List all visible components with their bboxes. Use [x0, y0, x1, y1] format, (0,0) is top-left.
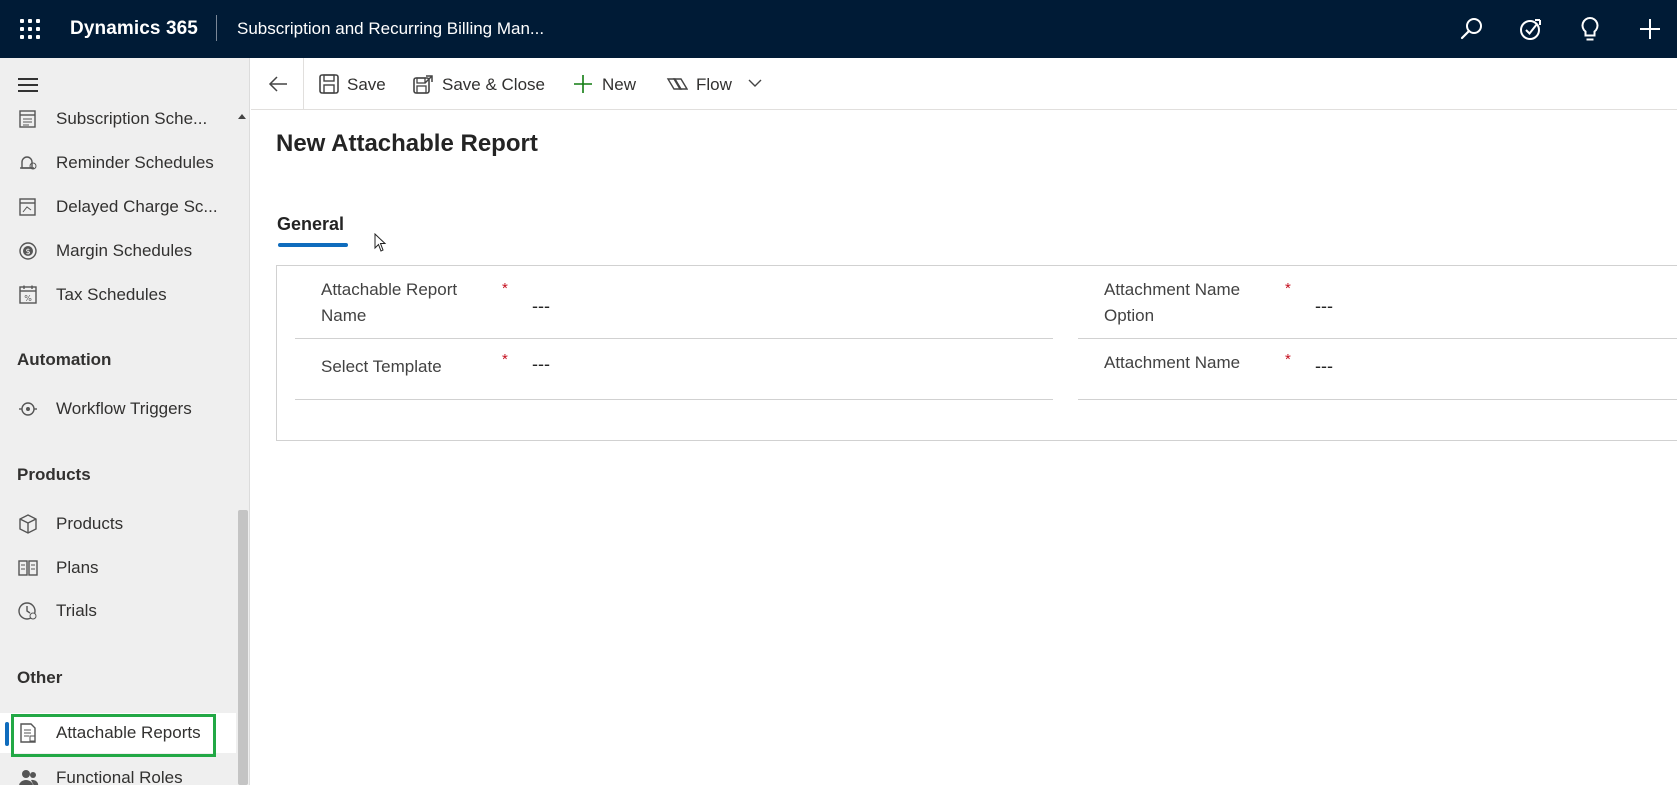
svg-text:%: % — [24, 294, 32, 303]
left-navigation: Subscription Sche... Reminder Schedules … — [0, 58, 250, 785]
general-section: Attachable Report Name * --- Select Temp… — [276, 265, 1677, 441]
people-icon — [19, 770, 39, 785]
sidebar-item-label: Plans — [56, 558, 99, 577]
sidebar-item-label: Trials — [56, 601, 97, 620]
sidebar-item-label: Reminder Schedules — [56, 153, 214, 172]
save-button[interactable]: Save — [318, 70, 393, 98]
nav-group-other: Other — [17, 668, 63, 687]
sidebar-item-label: Workflow Triggers — [56, 399, 192, 418]
select-template-lookup[interactable]: --- — [532, 354, 550, 375]
command-bar: Save Save & Close New Flow — [251, 58, 1677, 110]
plus-icon[interactable] — [1636, 15, 1664, 43]
workflow-icon — [19, 402, 37, 416]
sidebar-item-label: Tax Schedules — [56, 285, 167, 304]
plans-icon — [18, 560, 38, 576]
dollar-circle-icon: $ — [19, 242, 37, 260]
save-and-close-label: Save & Close — [442, 75, 545, 94]
active-tab-indicator — [278, 243, 348, 247]
sidebar-item-label: Products — [56, 514, 124, 533]
flow-label: Flow — [696, 75, 732, 94]
plus-icon — [574, 75, 592, 93]
flow-icon — [666, 78, 688, 90]
lightbulb-icon[interactable] — [1576, 15, 1604, 43]
required-indicator: * — [502, 351, 508, 368]
sidebar-scrollbar[interactable] — [237, 58, 248, 785]
calendar-clock-icon — [19, 198, 36, 216]
page-title: New Attachable Report — [276, 130, 538, 157]
scroll-up-arrow-icon[interactable] — [238, 114, 246, 119]
calendar-list-icon — [19, 110, 36, 128]
field-divider — [295, 338, 1053, 339]
field-divider — [1078, 399, 1677, 400]
save-icon — [319, 74, 339, 94]
required-indicator: * — [1285, 351, 1291, 368]
attachable-report-name-label: Attachable Report Name — [321, 280, 458, 325]
sidebar-item-workflow-triggers[interactable]: Workflow Triggers — [0, 389, 236, 429]
chevron-down-icon[interactable] — [747, 77, 763, 89]
field-divider — [295, 399, 1053, 400]
field-divider — [1078, 338, 1677, 339]
scrollbar-thumb[interactable] — [238, 510, 248, 785]
mouse-cursor-icon — [374, 233, 387, 252]
attachment-name-field[interactable]: --- — [1315, 356, 1333, 377]
highlight-box — [11, 714, 216, 757]
app-name[interactable]: Subscription and Recurring Billing Man..… — [237, 19, 544, 39]
new-button[interactable]: New — [572, 70, 640, 98]
sidebar-item-reminder-schedules[interactable]: Reminder Schedules — [0, 143, 236, 183]
search-icon[interactable] — [1458, 15, 1486, 43]
select-template-label: Select Template — [321, 357, 442, 376]
attachment-name-option-field[interactable]: --- — [1315, 296, 1333, 317]
sidebar-item-trials[interactable]: Trials — [0, 591, 236, 631]
header-divider — [216, 15, 217, 41]
sidebar-item-label: Subscription Sche... — [56, 109, 208, 128]
sidebar-item-products[interactable]: Products — [0, 504, 236, 544]
hamburger-menu-icon[interactable] — [18, 78, 38, 92]
sidebar-item-attachable-reports[interactable]: Attachable Reports — [0, 713, 236, 757]
selected-indicator — [5, 722, 9, 746]
back-arrow-icon — [268, 76, 287, 92]
sidebar-item-margin-schedules[interactable]: $ Margin Schedules — [0, 231, 236, 271]
sidebar-item-delayed-charge-schedules[interactable]: Delayed Charge Sc... — [0, 187, 236, 227]
app-launcher-icon[interactable] — [18, 17, 42, 41]
attachment-name-option-label: Attachment Name Option — [1104, 280, 1241, 325]
sidebar-item-label: Functional Roles — [56, 768, 183, 785]
save-close-icon — [413, 75, 433, 94]
new-label: New — [602, 75, 637, 94]
tab-general[interactable]: General — [277, 214, 344, 235]
trial-icon — [18, 602, 37, 620]
required-indicator: * — [1285, 280, 1291, 297]
brand-name[interactable]: Dynamics 365 — [70, 18, 198, 40]
calendar-percent-icon: % — [19, 285, 37, 304]
attachable-report-name-field[interactable]: --- — [532, 296, 550, 317]
back-button[interactable] — [251, 58, 304, 109]
sidebar-item-functional-roles[interactable]: Functional Roles — [0, 758, 236, 785]
flow-button[interactable]: Flow — [666, 70, 771, 98]
sidebar-item-plans[interactable]: Plans — [0, 548, 236, 588]
svg-text:$: $ — [25, 247, 30, 256]
required-indicator: * — [502, 280, 508, 297]
attachment-name-label: Attachment Name — [1104, 353, 1241, 372]
box-icon — [19, 514, 37, 534]
nav-group-products: Products — [17, 465, 91, 484]
save-label: Save — [347, 75, 386, 94]
nav-group-automation: Automation — [17, 350, 112, 369]
bell-person-icon — [20, 156, 37, 170]
sidebar-item-tax-schedules[interactable]: % Tax Schedules — [0, 275, 236, 315]
sidebar-item-subscription-schedules[interactable]: Subscription Sche... — [0, 99, 236, 139]
sidebar-item-label: Delayed Charge Sc... — [56, 197, 218, 216]
sidebar-item-label: Margin Schedules — [56, 241, 193, 260]
top-header: Dynamics 365 Subscription and Recurring … — [0, 0, 1677, 58]
save-and-close-button[interactable]: Save & Close — [412, 70, 552, 98]
task-target-icon[interactable] — [1517, 15, 1545, 43]
